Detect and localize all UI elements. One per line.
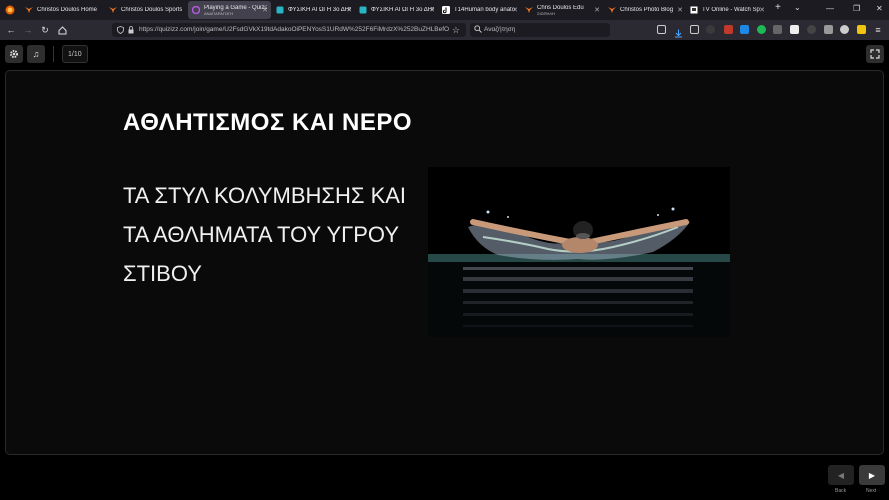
tab-label: Christos Doulos Sports — [121, 7, 183, 13]
tab-christos-doulos-sports[interactable]: Christos Doulos Sports — [105, 1, 187, 19]
url-text: https://quizizz.com/join/game/U2FsdGVkX1… — [139, 26, 449, 33]
tab-christos-doulos-home[interactable]: Christos Doulos Home — [21, 1, 105, 19]
back-button[interactable]: ◀ — [828, 465, 854, 485]
triangle-left-icon: ◀ — [837, 470, 845, 480]
extension-red-icon[interactable] — [724, 25, 733, 34]
quizizz-icon — [192, 6, 200, 14]
slide-title: ΑΘΛΗΤΙΣΜΟΣ ΚΑΙ ΝΕΡΟ — [123, 109, 413, 136]
tab-christos-photo-blog[interactable]: Christos Photo Blog ✕ — [604, 1, 686, 19]
fox-icon — [109, 6, 117, 14]
slide-subtitle: ΤΑ ΣΤΥΛ ΚΟΛΥΜΒΗΣΗΣ ΚΑΙ ΤΑ ΑΘΛΗΜΑΤΑ ΤΟΥ Υ… — [123, 183, 407, 286]
extension-gray-icon[interactable] — [773, 25, 782, 34]
tab-fysiki-agogi-1[interactable]: ΦΥΣΙΚΗ ΑΓΩΓΗ 3ο ΔΗΜ ✕ — [272, 1, 355, 19]
tab-label: ΦΥΣΙΚΗ ΑΓΩΓΗ 3ο ΔΗΜ — [371, 7, 434, 13]
tab-sublabel: ΣΙΩΠΗΛΗ — [537, 10, 555, 16]
toolbar-divider — [53, 46, 54, 62]
fox-icon — [525, 6, 533, 14]
search-box[interactable]: Αναζήτηση — [470, 23, 610, 37]
tab-fysiki-agogi-2[interactable]: ΦΥΣΙΚΗ ΑΓΩΓΗ 3ο ΔΗΜ ✕ — [355, 1, 438, 19]
tiktok-icon — [442, 6, 450, 14]
tab-tv-online[interactable]: TV Online - Watch Sp ✕ — [686, 1, 768, 19]
menu-icon[interactable]: ≡ — [872, 24, 884, 36]
tab-playing-a-game-quizizz[interactable]: Playing a Game - Quizizz ΑΝΑΠΑΡΑΓΩΓΗ ✕ — [188, 1, 271, 19]
close-tab-icon[interactable]: ✕ — [512, 6, 518, 14]
swimmer-photo — [428, 167, 730, 337]
quiz-toolbar: ♫ 1/10 — [0, 40, 889, 68]
tab-label: Christos Photo Blog — [620, 7, 674, 13]
close-tab-icon[interactable]: ✕ — [429, 6, 435, 14]
fox-icon — [25, 6, 33, 14]
bottom-bar — [0, 458, 889, 500]
tab-sublabel: ΑΝΑΠΑΡΑΓΩΓΗ — [204, 10, 234, 16]
extension-yellow-icon[interactable] — [857, 25, 866, 34]
next-label: Next — [866, 488, 877, 494]
close-tab-icon[interactable]: ✕ — [594, 6, 600, 14]
tv-icon — [690, 6, 698, 14]
tab-label: TV Online - Watch Sp — [702, 7, 760, 13]
browser-tab-bar: Christos Doulos Home Christos Doulos Spo… — [0, 0, 889, 20]
minimize-button[interactable]: — — [826, 4, 834, 13]
shield-icon[interactable] — [117, 26, 124, 36]
new-tab-button[interactable]: + — [775, 2, 781, 13]
close-tab-icon[interactable]: ✕ — [346, 6, 352, 14]
extension-dark-icon[interactable] — [807, 25, 816, 34]
tab-label: Christos Doulos Home — [37, 7, 98, 13]
next-button[interactable]: ▶ — [859, 465, 885, 485]
reload-icon[interactable]: ↻ — [39, 24, 51, 36]
close-window-button[interactable]: ✕ — [876, 4, 883, 13]
doc-icon — [276, 6, 284, 14]
fox-icon — [608, 6, 616, 14]
extension-circle-icon[interactable] — [706, 25, 715, 34]
bookmark-star-icon[interactable]: ☆ — [452, 25, 460, 36]
browser-nav-bar: ← → ↻ https://quizizz.com/join/game/U2Fs… — [0, 20, 889, 40]
tab-label: ΦΥΣΙΚΗ ΑΓΩΓΗ 3ο ΔΗΜ — [288, 7, 351, 13]
extension-green-icon[interactable] — [757, 25, 766, 34]
maximize-button[interactable]: ❐ — [853, 4, 860, 13]
gear-icon[interactable] — [5, 45, 23, 63]
tab-human-body-anatomy[interactable]: T14Human body anato ✕ — [438, 1, 521, 19]
question-counter: 1/10 — [62, 45, 88, 63]
firefox-menu-icon[interactable] — [4, 4, 16, 16]
home-icon[interactable] — [56, 24, 68, 36]
tab-chris-doulos-edu[interactable]: Chris Doulos Edu ΣΙΩΠΗΛΗ ✕ — [521, 1, 603, 19]
sidebar-icon[interactable] — [690, 25, 699, 34]
close-tab-icon[interactable]: ✕ — [262, 6, 268, 14]
tab-label: T14Human body anato — [454, 7, 516, 13]
close-tab-icon[interactable]: ✕ — [677, 6, 683, 14]
expand-icon[interactable] — [866, 45, 884, 63]
account-icon[interactable] — [840, 25, 849, 34]
list-tabs-button[interactable]: ⌄ — [794, 3, 801, 12]
pocket-icon[interactable] — [657, 25, 666, 34]
music-note-icon[interactable]: ♫ — [27, 45, 45, 63]
search-icon — [474, 25, 482, 35]
forward-arrow-icon[interactable]: → — [22, 24, 34, 36]
lock-icon[interactable] — [128, 26, 134, 36]
search-placeholder: Αναζήτηση — [484, 26, 516, 33]
extension-blue-icon[interactable] — [740, 25, 749, 34]
download-icon[interactable] — [674, 25, 683, 38]
doc-icon — [359, 6, 367, 14]
back-label: Back — [835, 488, 847, 494]
triangle-right-icon: ▶ — [868, 470, 876, 480]
extension-puzzle-icon[interactable] — [824, 25, 833, 34]
extension-white-icon[interactable] — [790, 25, 799, 34]
back-arrow-icon[interactable]: ← — [5, 24, 17, 36]
address-bar[interactable]: https://quizizz.com/join/game/U2FsdGVkX1… — [112, 23, 466, 37]
close-tab-icon[interactable]: ✕ — [759, 6, 765, 14]
